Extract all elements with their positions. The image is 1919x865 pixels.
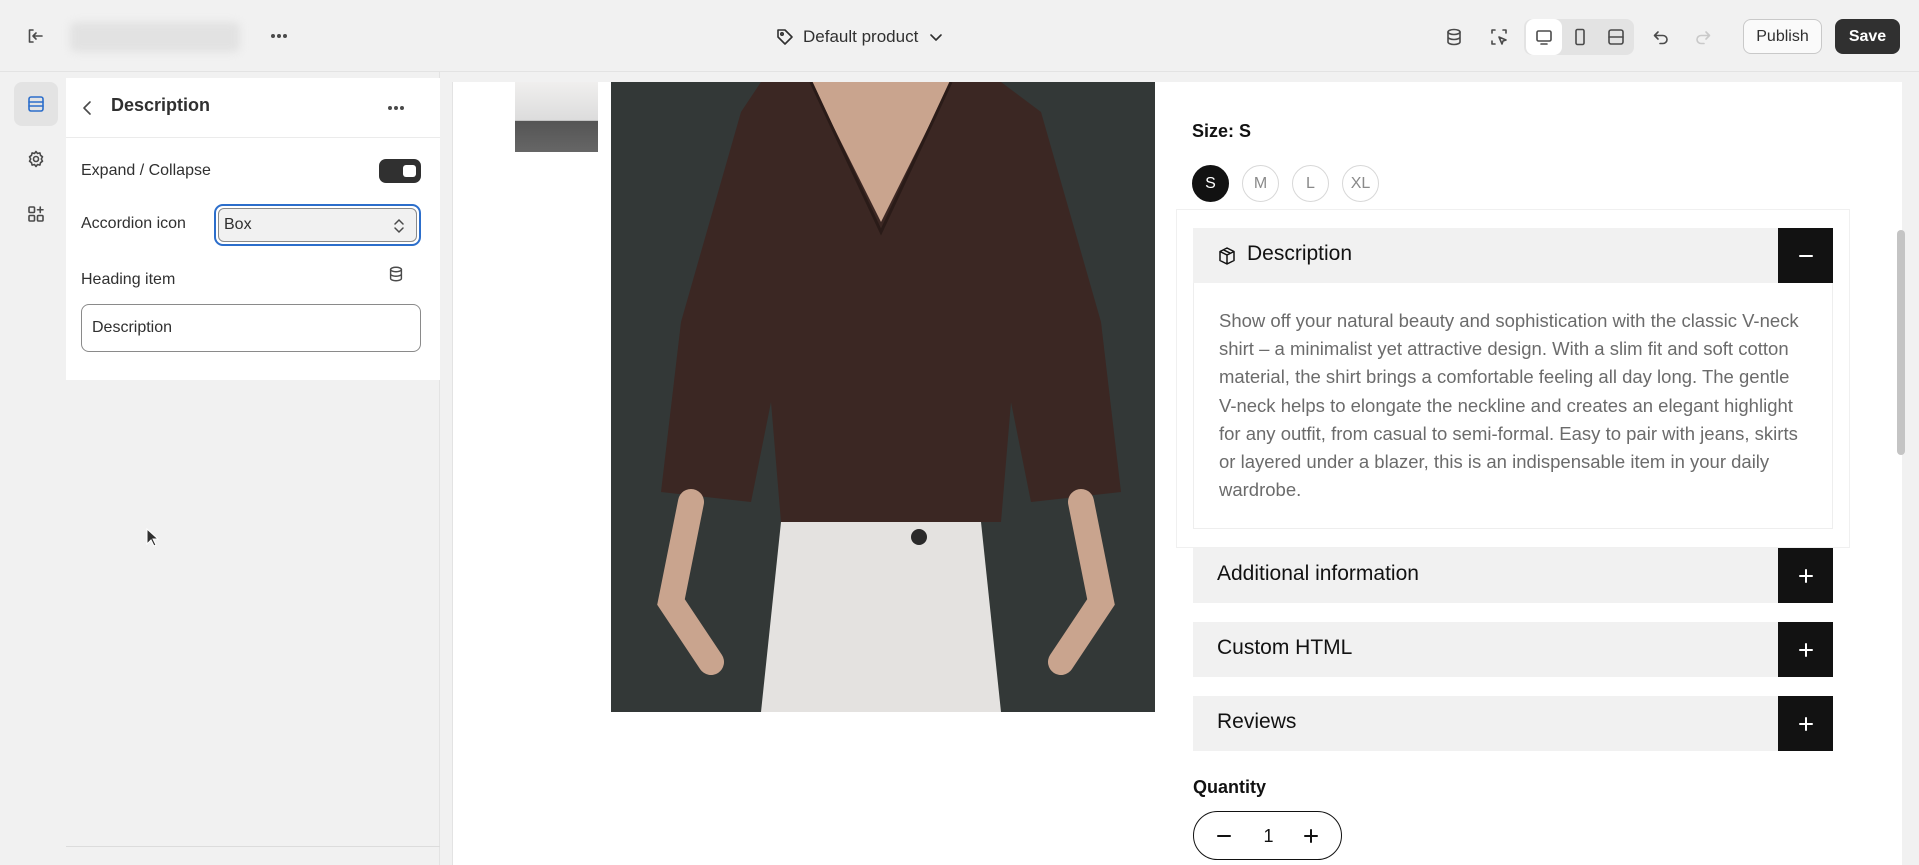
popover-title: Description bbox=[111, 95, 211, 115]
quantity-label: Quantity bbox=[1193, 777, 1267, 797]
dynamic-source-icon[interactable] bbox=[380, 258, 412, 290]
collapse-minus-icon[interactable] bbox=[1778, 228, 1833, 283]
template-label: Default product bbox=[803, 27, 919, 46]
redo-icon[interactable] bbox=[1685, 19, 1721, 55]
expand-plus-icon[interactable] bbox=[1778, 696, 1833, 751]
database-icon[interactable] bbox=[1436, 19, 1472, 55]
desktop-preview-icon[interactable] bbox=[1526, 19, 1562, 55]
accordion-description-title: Description bbox=[1247, 242, 1353, 265]
expand-plus-icon[interactable] bbox=[1778, 622, 1833, 677]
size-option-l[interactable]: L bbox=[1292, 165, 1329, 202]
size-option-m[interactable]: M bbox=[1242, 165, 1279, 202]
chevron-down-icon bbox=[930, 34, 943, 41]
accordion-description-header[interactable]: Description bbox=[1193, 228, 1833, 283]
sidebar-footer-divider bbox=[66, 846, 440, 847]
quantity-stepper: 1 bbox=[1193, 811, 1342, 860]
mobile-preview-icon[interactable] bbox=[1562, 19, 1598, 55]
more-actions-icon[interactable] bbox=[378, 90, 414, 126]
fullwidth-preview-icon[interactable] bbox=[1598, 19, 1634, 55]
publish-button[interactable]: Publish bbox=[1743, 19, 1822, 54]
product-main-image bbox=[611, 82, 1155, 712]
accordion-title: Additional information bbox=[1217, 562, 1419, 585]
editor-topbar: Default product Publish Save bbox=[0, 0, 1919, 72]
back-arrow-icon[interactable] bbox=[70, 90, 106, 126]
accordion-title: Custom HTML bbox=[1217, 636, 1353, 659]
left-rail bbox=[0, 72, 66, 865]
heading-item-label: Heading item bbox=[81, 271, 176, 288]
box-icon bbox=[1219, 247, 1235, 265]
plus-icon[interactable] bbox=[1301, 826, 1321, 846]
block-settings-popover: Description Expand / Collapse Accordion … bbox=[66, 78, 440, 380]
store-name-blurred bbox=[70, 22, 240, 52]
accordion-reviews[interactable]: Reviews bbox=[1193, 696, 1833, 751]
accordion-title: Reviews bbox=[1217, 710, 1297, 733]
accordion-custom-html[interactable]: Custom HTML bbox=[1193, 622, 1833, 677]
more-options-icon[interactable] bbox=[261, 18, 297, 54]
size-label: Size: S bbox=[1192, 121, 1252, 141]
expand-collapse-toggle[interactable] bbox=[379, 159, 421, 183]
save-button[interactable]: Save bbox=[1835, 19, 1900, 54]
exit-icon[interactable] bbox=[17, 18, 53, 54]
sections-icon[interactable] bbox=[14, 82, 58, 126]
accordion-additional-information[interactable]: Additional information bbox=[1193, 548, 1833, 603]
accordion-description-selected: Description Show off your natural beauty… bbox=[1177, 210, 1849, 547]
accordion-icon-value: Box bbox=[224, 216, 252, 233]
size-option-xl[interactable]: XL bbox=[1342, 165, 1379, 202]
size-option-s[interactable]: S bbox=[1192, 165, 1229, 202]
settings-gear-icon[interactable] bbox=[14, 137, 58, 181]
accordion-icon-select[interactable]: Box bbox=[214, 204, 421, 246]
select-element-icon[interactable] bbox=[1481, 19, 1517, 55]
accordion-description-body: Show off your natural beauty and sophist… bbox=[1193, 283, 1833, 529]
expand-collapse-label: Expand / Collapse bbox=[81, 162, 211, 179]
expand-plus-icon[interactable] bbox=[1778, 548, 1833, 603]
template-selector[interactable]: Default product bbox=[775, 22, 946, 52]
popover-header: Description bbox=[66, 78, 440, 138]
accordion-icon-label: Accordion icon bbox=[81, 215, 186, 232]
mouse-cursor-icon bbox=[146, 528, 160, 547]
canvas-scrollbar[interactable] bbox=[1897, 230, 1905, 455]
description-text: Show off your natural beauty and sophist… bbox=[1219, 310, 1799, 501]
tag-icon bbox=[777, 29, 793, 45]
select-arrows-icon bbox=[394, 218, 404, 234]
undo-icon[interactable] bbox=[1643, 19, 1679, 55]
product-thumbnail[interactable] bbox=[515, 82, 598, 152]
apps-icon[interactable] bbox=[14, 192, 58, 236]
heading-item-input[interactable]: Description bbox=[81, 304, 421, 352]
